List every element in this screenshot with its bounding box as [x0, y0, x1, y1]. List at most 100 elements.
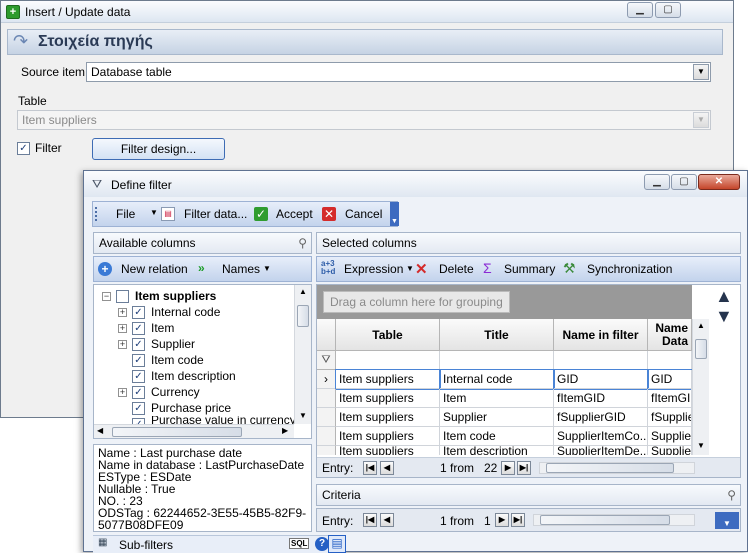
- column-header-name-in-filter[interactable]: Name in filter: [554, 319, 648, 351]
- first-record-icon[interactable]: |◀: [363, 513, 377, 527]
- summary-button[interactable]: Summary: [504, 262, 555, 276]
- table-cell[interactable]: fItemGID: [554, 389, 648, 408]
- synchronization-button[interactable]: Synchronization: [587, 262, 672, 276]
- criteria-horizontal-scrollbar[interactable]: [533, 514, 695, 526]
- scroll-down-icon[interactable]: ▼: [697, 441, 705, 450]
- table-cell[interactable]: Item suppliers: [336, 389, 440, 408]
- grid-horizontal-scrollbar[interactable]: [539, 462, 695, 474]
- criteria-overflow-icon[interactable]: ▼: [715, 512, 739, 529]
- expression-button[interactable]: Expression: [344, 262, 403, 276]
- caret-down-icon[interactable]: ▼: [263, 264, 271, 273]
- filter-design-button[interactable]: Filter design...: [92, 138, 225, 160]
- filter-row-cell[interactable]: [336, 351, 440, 370]
- tree-checkbox[interactable]: ✓: [132, 354, 145, 367]
- table-cell[interactable]: Item description: [440, 446, 554, 455]
- scroll-left-icon[interactable]: ◀: [97, 426, 103, 435]
- column-header-name-data[interactable]: Name Data: [648, 319, 692, 351]
- tree-checkbox[interactable]: ✓: [132, 322, 145, 335]
- tree-checkbox[interactable]: ✓: [132, 370, 145, 383]
- table-cell[interactable]: fItemGID: [648, 389, 692, 408]
- table-cell[interactable]: fSupplierGID: [554, 408, 648, 427]
- filter-row-cell[interactable]: [648, 351, 692, 370]
- delete-button[interactable]: Delete: [439, 262, 474, 276]
- last-record-icon[interactable]: ▶|: [517, 461, 531, 475]
- table-cell[interactable]: Item suppliers: [336, 427, 440, 446]
- table-cell[interactable]: Supplier: [440, 408, 554, 427]
- tree-vertical-scrollbar[interactable]: ▲ ▼: [294, 285, 311, 424]
- scroll-up-icon[interactable]: ▲: [299, 287, 307, 296]
- last-record-icon[interactable]: ▶|: [511, 513, 525, 527]
- table-cell[interactable]: GID: [553, 369, 649, 390]
- grid-vertical-scrollbar[interactable]: ▲ ▼: [692, 319, 709, 455]
- table-cell[interactable]: Internal code: [439, 369, 555, 390]
- list-view-icon[interactable]: ▤: [328, 535, 346, 553]
- tree-horizontal-scrollbar[interactable]: ◀ ▶: [94, 424, 294, 438]
- source-item-select[interactable]: Database table ▼: [86, 62, 711, 82]
- tree-checkbox[interactable]: [116, 290, 129, 303]
- filter-row-cell[interactable]: [440, 351, 554, 370]
- table-cell[interactable]: Item code: [440, 427, 554, 446]
- sql-icon[interactable]: SQL: [289, 538, 310, 549]
- group-panel[interactable]: Drag a column here for grouping: [317, 285, 692, 319]
- row-header[interactable]: [317, 389, 336, 408]
- names-menu[interactable]: Names: [222, 262, 260, 276]
- chevron-down-icon[interactable]: ▼: [693, 112, 709, 128]
- toolbar-overflow-icon[interactable]: ▼: [390, 202, 399, 226]
- maximize-button[interactable]: ▢: [655, 2, 681, 18]
- expand-icon[interactable]: +: [118, 308, 127, 317]
- first-record-icon[interactable]: |◀: [363, 461, 377, 475]
- accept-button[interactable]: Accept: [276, 207, 313, 221]
- scroll-thumb[interactable]: [546, 463, 674, 473]
- chevron-down-icon[interactable]: ▼: [693, 64, 709, 80]
- table-cell[interactable]: Item suppliers: [335, 369, 441, 390]
- tree-node-purchase-price[interactable]: ✓ Purchase price: [99, 400, 294, 416]
- close-button[interactable]: ✕: [698, 174, 740, 190]
- maximize-button[interactable]: ▢: [671, 174, 697, 190]
- file-menu[interactable]: File: [116, 207, 135, 221]
- table-cell[interactable]: SupplierItemDe...: [554, 446, 648, 455]
- caret-down-icon[interactable]: ▼: [150, 208, 158, 217]
- tree-checkbox[interactable]: ✓: [132, 386, 145, 399]
- row-header[interactable]: [317, 427, 336, 446]
- table-cell[interactable]: Supplier: [648, 427, 692, 446]
- table-cell[interactable]: Item suppliers: [336, 446, 440, 455]
- tree-checkbox[interactable]: ✓: [132, 402, 145, 415]
- move-down-icon[interactable]: ▼: [715, 307, 733, 325]
- filter-row-cell[interactable]: [554, 351, 648, 370]
- table-cell[interactable]: GID: [647, 369, 693, 390]
- expand-icon[interactable]: +: [118, 324, 127, 333]
- row-header[interactable]: [317, 446, 336, 455]
- grip-handle[interactable]: [95, 207, 98, 221]
- table-cell[interactable]: fSupplier: [648, 408, 692, 427]
- scroll-down-icon[interactable]: ▼: [299, 411, 307, 420]
- scroll-thumb[interactable]: [297, 305, 309, 327]
- scroll-up-icon[interactable]: ▲: [697, 321, 705, 330]
- cancel-button[interactable]: Cancel: [345, 207, 382, 221]
- scroll-thumb[interactable]: [540, 515, 670, 525]
- table-cell[interactable]: SupplierItemCo...: [554, 427, 648, 446]
- tree-node-internal-code[interactable]: + ✓ Internal code: [99, 304, 294, 320]
- help-icon[interactable]: ?: [315, 537, 329, 551]
- scroll-right-icon[interactable]: ▶: [282, 426, 288, 435]
- table-cell[interactable]: Supplier: [648, 446, 692, 455]
- tree-node-item-description[interactable]: ✓ Item description: [99, 368, 294, 384]
- row-header[interactable]: [317, 408, 336, 427]
- tree-node-item[interactable]: + ✓ Item: [99, 320, 294, 336]
- table-select[interactable]: Item suppliers ▼: [17, 110, 711, 130]
- next-record-icon[interactable]: ▶: [501, 461, 515, 475]
- minimize-button[interactable]: ▁: [627, 2, 653, 18]
- collapse-icon[interactable]: −: [102, 292, 111, 301]
- minimize-button[interactable]: ▁: [644, 174, 670, 190]
- move-up-icon[interactable]: ▲: [715, 287, 733, 305]
- column-header-table[interactable]: Table: [336, 319, 440, 351]
- column-header-title[interactable]: Title: [440, 319, 554, 351]
- tree-checkbox[interactable]: ✓: [132, 306, 145, 319]
- filter-checkbox[interactable]: ✓: [17, 142, 30, 155]
- tree-checkbox[interactable]: ✓: [132, 338, 145, 351]
- scroll-thumb[interactable]: [695, 339, 707, 359]
- table-cell[interactable]: Item: [440, 389, 554, 408]
- next-record-icon[interactable]: ▶: [495, 513, 509, 527]
- expand-icon[interactable]: +: [118, 388, 127, 397]
- filter-data-button[interactable]: Filter data...: [184, 207, 247, 221]
- tree-node-currency[interactable]: + ✓ Currency: [99, 384, 294, 400]
